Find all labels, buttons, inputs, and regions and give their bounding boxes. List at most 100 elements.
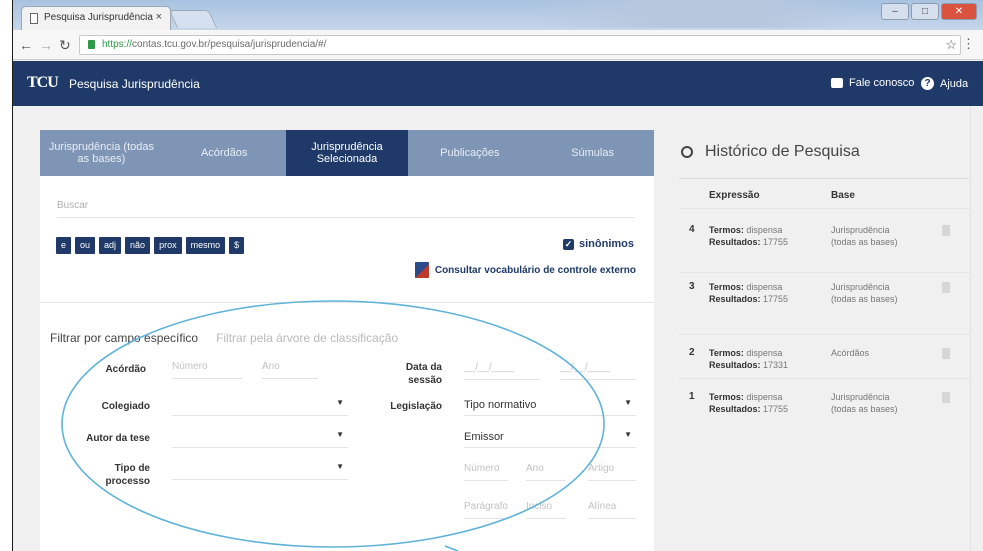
filter-mode-links: Filtrar por campo específico Filtrar pel… (50, 331, 398, 345)
resultados-value: 17755 (763, 237, 789, 247)
resultados-label: Resultados: (709, 360, 761, 370)
tipo-normativo-value: Tipo normativo (464, 399, 537, 411)
delete-icon[interactable] (942, 225, 950, 236)
chevron-down-icon: ▼ (336, 398, 344, 407)
search-tabs: Jurisprudência (todas as bases) Acórdãos… (40, 130, 654, 176)
termos-value: dispensa (746, 282, 783, 292)
operator-prox-button[interactable]: prox (154, 237, 182, 254)
resultados-label: Resultados: (709, 404, 761, 414)
history-row-base: Jurisprudência (todas as bases) (831, 282, 898, 304)
history-row-number: 4 (689, 224, 695, 235)
operator-mesmo-button[interactable]: mesmo (185, 237, 226, 254)
delete-icon[interactable] (942, 392, 950, 403)
close-tab-icon[interactable]: × (156, 11, 162, 23)
chevron-down-icon: ▼ (336, 462, 344, 471)
site-title[interactable]: Pesquisa Jurisprudência (69, 77, 200, 91)
delete-icon[interactable] (942, 282, 950, 293)
operator-adj-button[interactable]: adj (99, 237, 122, 254)
history-row-expression: Termos: dispensa Resultados: 17331 (709, 347, 829, 371)
paragrafo-input[interactable]: Parágrafo (464, 501, 508, 519)
history-row-divider (679, 378, 969, 379)
blurred-region (533, 0, 853, 28)
emissor-value: Emissor (464, 431, 504, 443)
legislacao-ano-input[interactable]: Ano (526, 463, 566, 481)
tab-jurisprudencia-todas[interactable]: Jurisprudência (todas as bases) (40, 130, 163, 176)
chat-icon (831, 78, 843, 88)
address-bar-row: ← → ↻ https://contas.tcu.gov.br/pesquisa… (13, 30, 983, 60)
history-header-divider (679, 208, 969, 209)
delete-icon[interactable] (942, 348, 950, 359)
colegiado-select[interactable]: ▼ (172, 396, 348, 416)
url-input[interactable]: https://contas.tcu.gov.br/pesquisa/juris… (79, 35, 961, 55)
operator-dollar-button[interactable]: $ (229, 237, 245, 254)
history-row-number: 1 (689, 391, 695, 402)
tab-acordaos[interactable]: Acórdãos (163, 130, 286, 176)
tipo-normativo-select[interactable]: Tipo normativo ▼ (464, 396, 636, 416)
browser-window: Pesquisa Jurisprudência × – □ ✕ ← → ↻ ht… (13, 0, 983, 551)
data-fim-input[interactable]: __/__/____ (560, 362, 636, 380)
page-scrollbar[interactable] (970, 106, 983, 551)
operator-e-button[interactable]: e (56, 237, 72, 254)
alinea-input[interactable]: Alínea (588, 501, 636, 519)
acordao-numero-input[interactable]: Número (172, 361, 242, 379)
inciso-input[interactable]: Inciso (526, 501, 566, 519)
window-controls: – □ ✕ (881, 3, 977, 20)
browser-tab[interactable]: Pesquisa Jurisprudência × (21, 6, 171, 30)
operator-ou-button[interactable]: ou (75, 237, 96, 254)
tipo-processo-select[interactable]: ▼ (172, 460, 348, 480)
chevron-down-icon: ▼ (336, 430, 344, 439)
synonyms-label: sinônimos (578, 238, 634, 250)
tab-publicacoes[interactable]: Publicações (408, 130, 531, 176)
synonyms-checkbox[interactable]: ✓ sinônimos (562, 238, 634, 250)
history-title-label: Histórico de Pesquisa (705, 143, 860, 160)
forward-icon[interactable]: → (39, 37, 53, 53)
maximize-button[interactable]: □ (911, 3, 939, 20)
resultados-value: 17755 (763, 294, 789, 304)
termos-label: Termos: (709, 225, 744, 235)
tab-sumulas[interactable]: Súmulas (531, 130, 654, 176)
termos-value: dispensa (746, 392, 783, 402)
contact-link[interactable]: Fale conosco (831, 77, 914, 89)
minimize-button[interactable]: – (881, 3, 909, 20)
history-col-expressao: Expressão (709, 190, 760, 201)
help-link[interactable]: ? Ajuda (921, 77, 968, 90)
legislacao-numero-input[interactable]: Número (464, 463, 508, 481)
new-tab-button[interactable] (168, 10, 218, 28)
operator-nao-button[interactable]: não (125, 237, 151, 254)
tab-jurisprudencia-selecionada[interactable]: Jurisprudência Selecionada (285, 130, 409, 176)
history-divider (679, 178, 969, 179)
acordao-label: Acórdão (105, 364, 146, 375)
filter-by-tree-link[interactable]: Filtrar pela árvore de classificação (216, 331, 398, 345)
vocabulary-link-label: Consultar vocabulário de controle extern… (434, 264, 636, 276)
close-window-button[interactable]: ✕ (941, 3, 977, 20)
site-header: TCU Pesquisa Jurisprudência Fale conosco… (13, 61, 983, 106)
history-row-base: Jurisprudência (todas as bases) (831, 225, 898, 247)
history-col-base: Base (831, 190, 855, 201)
left-image-border (0, 0, 14, 551)
search-panel: Jurisprudência (todas as bases) Acórdãos… (40, 130, 654, 551)
help-label: Ajuda (940, 77, 969, 90)
checkbox-checked-icon: ✓ (562, 238, 574, 250)
data-inicio-input[interactable]: __/__/____ (464, 362, 540, 380)
browser-tab-title: Pesquisa Jurisprudência (44, 12, 153, 23)
termos-value: dispensa (746, 348, 783, 358)
search-input[interactable]: Buscar (57, 196, 635, 218)
termos-label: Termos: (709, 392, 744, 402)
menu-icon[interactable]: ⋮ (962, 36, 975, 52)
acordao-ano-input[interactable]: Ano (262, 361, 318, 379)
history-row-base: Acórdãos (831, 348, 870, 358)
history-row-expression: Termos: dispensa Resultados: 17755 (709, 391, 829, 415)
emissor-select[interactable]: Emissor ▼ (464, 428, 636, 448)
vocabulary-link[interactable]: Consultar vocabulário de controle extern… (414, 262, 636, 278)
history-row-divider (679, 272, 969, 273)
reload-icon[interactable]: ↻ (59, 37, 71, 54)
resultados-value: 17331 (763, 360, 789, 370)
back-icon[interactable]: ← (19, 37, 33, 53)
artigo-input[interactable]: Artigo (588, 463, 636, 481)
data-sessao-label: Data da sessão (405, 362, 442, 386)
autor-tese-select[interactable]: ▼ (172, 428, 348, 448)
termos-label: Termos: (709, 348, 744, 358)
bookmark-star-icon[interactable]: ☆ (945, 37, 957, 53)
filter-by-field-link[interactable]: Filtrar por campo específico (50, 331, 198, 345)
tcu-logo[interactable]: TCU (27, 74, 59, 92)
